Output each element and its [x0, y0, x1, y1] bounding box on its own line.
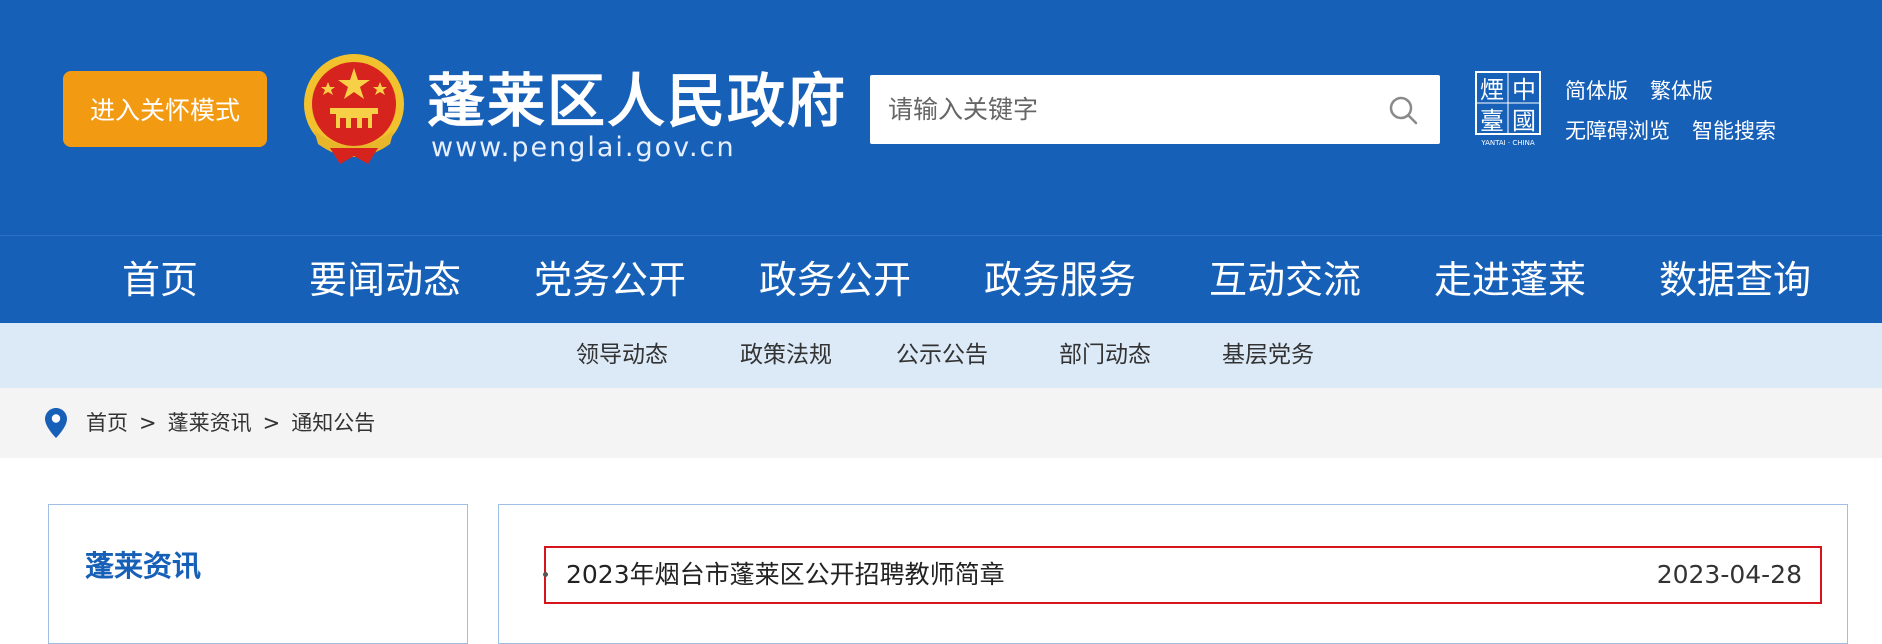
nav-item-about-penglai[interactable]: 走进蓬莱: [1410, 236, 1610, 324]
national-emblem-icon: [304, 54, 404, 164]
accessibility-link[interactable]: 无障碍浏览: [1565, 115, 1670, 145]
logo-glyph-1: 煙: [1480, 76, 1504, 104]
nav-item-news[interactable]: 要闻动态: [285, 236, 485, 324]
article-list-panel: 2023年烟台市蓬莱区公开招聘教师简章 2023-04-28: [498, 504, 1848, 644]
smart-search-link[interactable]: 智能搜索: [1692, 115, 1776, 145]
location-pin-icon: [45, 408, 67, 438]
logo-glyph-2: 中: [1512, 76, 1536, 104]
breadcrumb-penglai-news[interactable]: 蓬莱资讯: [168, 411, 252, 435]
subnav-item-policies[interactable]: 政策法规: [740, 323, 832, 388]
sidebar-title: 蓬莱资讯: [85, 549, 202, 583]
nav-item-data-query[interactable]: 数据查询: [1635, 236, 1835, 324]
site-header: 进入关怀模式 蓬莱区人民政府 www.penglai.gov.cn 煙 中 臺 …: [0, 0, 1882, 235]
logo-glyph-4: 國: [1512, 107, 1536, 135]
sidebar-panel: 蓬莱资讯: [48, 504, 468, 644]
nav-item-home[interactable]: 首页: [60, 236, 260, 324]
nav-item-interaction[interactable]: 互动交流: [1185, 236, 1385, 324]
subnav-item-grassroots-party[interactable]: 基层党务: [1222, 323, 1314, 388]
site-name: 蓬莱区人民政府: [427, 67, 848, 135]
care-mode-button[interactable]: 进入关怀模式: [63, 71, 267, 147]
breadcrumb-home[interactable]: 首页: [86, 411, 128, 435]
subnav-item-leadership[interactable]: 领导动态: [576, 323, 668, 388]
list-item[interactable]: 2023年烟台市蓬莱区公开招聘教师简章 2023-04-28: [543, 546, 1822, 604]
logo-caption: YANTAI · CHINA: [1480, 139, 1534, 147]
nav-item-government-affairs[interactable]: 政务公开: [735, 236, 935, 324]
subnav-item-department-news[interactable]: 部门动态: [1059, 323, 1151, 388]
simplified-chinese-link[interactable]: 简体版: [1565, 75, 1628, 105]
top-links: 简体版 繁体版 无障碍浏览 智能搜索: [1565, 70, 1776, 150]
yantai-china-logo: 煙 中 臺 國 YANTAI · CHINA: [1475, 71, 1541, 147]
subnav-item-announcements[interactable]: 公示公告: [896, 323, 988, 388]
nav-item-government-services[interactable]: 政务服务: [960, 236, 1160, 324]
search-box: [870, 75, 1440, 144]
logo-glyph-3: 臺: [1480, 107, 1504, 135]
article-title-link[interactable]: 2023年烟台市蓬莱区公开招聘教师简章: [566, 548, 1005, 602]
article-date: 2023-04-28: [1656, 560, 1802, 589]
search-input[interactable]: [870, 79, 1370, 140]
search-icon[interactable]: [1388, 95, 1418, 125]
breadcrumb-separator: >: [139, 411, 157, 435]
breadcrumb-notices[interactable]: 通知公告: [291, 411, 375, 435]
nav-item-party-affairs[interactable]: 党务公开: [510, 236, 710, 324]
site-url: www.penglai.gov.cn: [431, 132, 736, 163]
sub-nav: 领导动态 政策法规 公示公告 部门动态 基层党务: [0, 323, 1882, 388]
main-nav: 首页 要闻动态 党务公开 政务公开 政务服务 互动交流 走进蓬莱 数据查询: [0, 235, 1882, 323]
traditional-chinese-link[interactable]: 繁体版: [1650, 75, 1713, 105]
breadcrumb: 首页 > 蓬莱资讯 > 通知公告: [0, 388, 1882, 458]
breadcrumb-separator: >: [262, 411, 281, 435]
bullet-icon: [543, 572, 548, 577]
